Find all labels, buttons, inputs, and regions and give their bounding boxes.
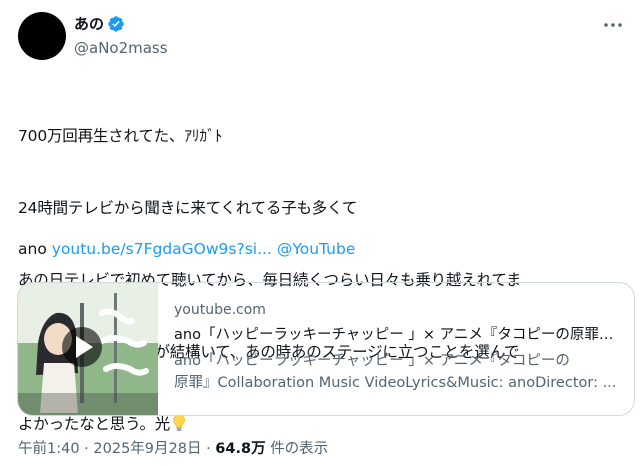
card-title: ano「ハッピーラッキーチャッピー 」× アニメ『タコピーの原罪』Collabo… <box>174 327 622 343</box>
light-bulb-icon <box>173 414 185 431</box>
verified-badge-icon <box>108 16 124 32</box>
tweet-line: 24時間テレビから聞きに来てくれてる子も多くて <box>18 199 358 217</box>
card-description-line: 原罪』Collaboration Music VideoLyrics&Music… <box>174 375 617 391</box>
youtube-link[interactable]: youtu.be/s7FgdaGOw9s?si... <box>52 240 272 258</box>
meta-separator: · <box>84 441 89 457</box>
tweet-time[interactable]: 午前1:40 <box>18 441 80 457</box>
view-count: 64.8万 <box>215 441 266 457</box>
tweet-date[interactable]: 2025年9月28日 <box>93 441 201 457</box>
more-options-icon[interactable] <box>602 14 624 36</box>
avatar[interactable] <box>18 12 66 60</box>
display-name[interactable]: あの <box>74 14 104 34</box>
name-row: あの <box>74 14 168 34</box>
link-line: ano youtu.be/s7FgdaGOw9s?si... @YouTube <box>18 238 355 260</box>
card-description-line: ano「ハッピーラッキーチャッピー 」× アニメ『タコピーの <box>174 353 570 369</box>
view-label: 件の表示 <box>270 441 329 457</box>
thumbnail-art <box>18 283 158 415</box>
author-handle[interactable]: @aNo2mass <box>74 38 168 58</box>
card-domain: youtube.com <box>174 302 266 318</box>
tweet-header: あの @aNo2mass <box>18 12 624 64</box>
card-info: youtube.com ano「ハッピーラッキーチャッピー 」× アニメ『タコピ… <box>174 301 622 394</box>
meta-separator: · <box>206 441 211 457</box>
tweet-meta: 午前1:40 · 2025年9月28日 · 64.8万 件の表示 <box>18 440 328 458</box>
author-names: あの @aNo2mass <box>74 14 168 58</box>
youtube-mention[interactable]: @YouTube <box>277 240 356 258</box>
video-thumbnail[interactable] <box>18 283 158 415</box>
card-description: ano「ハッピーラッキーチャッピー 」× アニメ『タコピーの 原罪』Collab… <box>174 350 622 394</box>
tweet-line-text: よかったなと思う。光 <box>18 415 171 433</box>
tweet-line: 700万回再生されてた、ｱﾘｶﾞﾄ <box>18 127 223 145</box>
link-prefix: ano <box>18 240 52 258</box>
link-preview-card[interactable]: youtube.com ano「ハッピーラッキーチャッピー 」× アニメ『タコピ… <box>17 282 635 416</box>
